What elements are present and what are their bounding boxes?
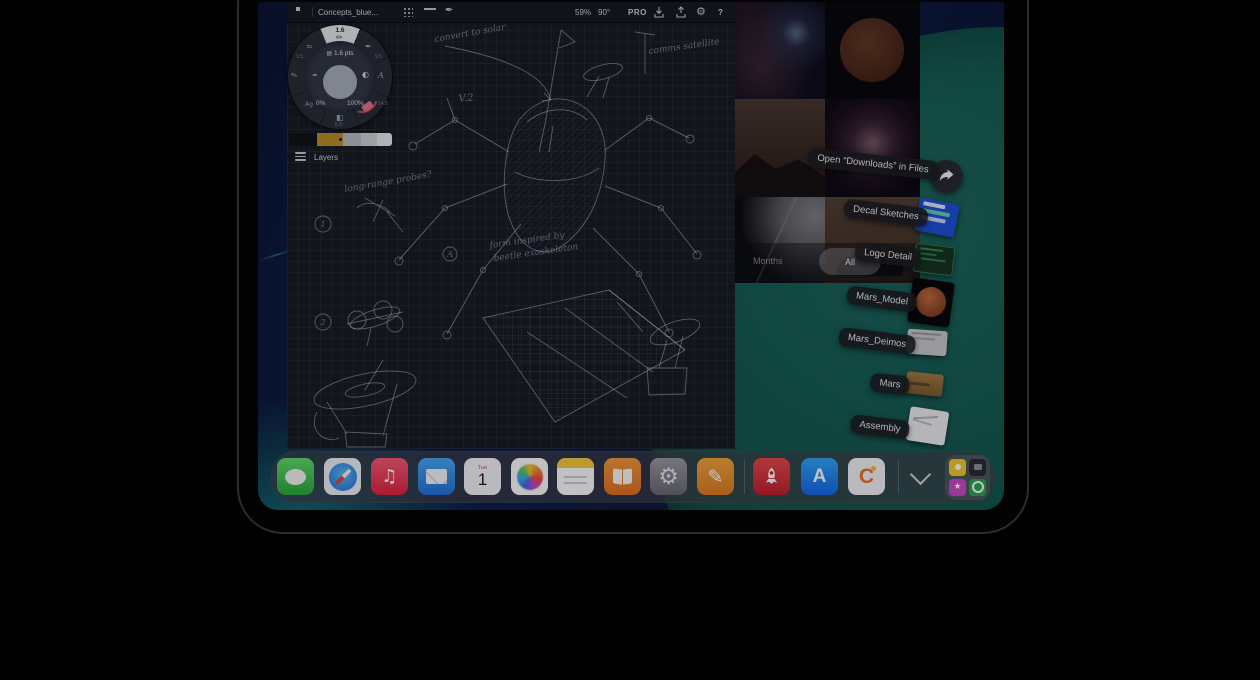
fill-tool-icon: ◧ [336, 113, 344, 122]
contrast-icon: ◐ [362, 70, 369, 79]
zoom-readout: 59% [575, 8, 591, 17]
photo-tile-mars-landscape[interactable] [735, 99, 825, 197]
opacity-min: 0% [316, 100, 325, 107]
photo-tile-mars-planet[interactable] [825, 2, 920, 99]
dock-app-creative[interactable]: C [848, 458, 885, 495]
ring-value: 14.5 [378, 101, 388, 107]
tool-wheel-knob[interactable] [323, 65, 357, 99]
compass-icon [329, 463, 357, 491]
size-readout: ▤ 1.6 pts [304, 50, 376, 57]
ring-value: 1.5 [296, 54, 303, 60]
dock-suggestions-folder[interactable]: ★ [945, 455, 990, 500]
envelope-icon [426, 469, 447, 484]
speech-bubble-icon [285, 469, 306, 485]
import-icon[interactable] [653, 6, 665, 19]
photos-flower-icon [517, 464, 543, 490]
annotation-probes: long-range probes? [344, 170, 433, 195]
dock-app-mail[interactable] [418, 458, 455, 495]
dock-app-safari[interactable] [324, 458, 361, 495]
photos-app-panel: Months All [735, 2, 920, 283]
annotation-version: V.2 [458, 92, 474, 105]
open-book-icon [604, 458, 641, 495]
document-title[interactable]: Concepts_blue... [318, 8, 378, 17]
layers-label: Layers [314, 153, 338, 162]
slider-icon: ▤ [327, 50, 333, 57]
segment-all-selected[interactable]: All [819, 248, 881, 275]
snap-grid-icon[interactable] [403, 7, 413, 17]
creative-dot [871, 466, 876, 471]
photo-tile-orion-nebula[interactable] [825, 99, 920, 197]
swatch-gray-1[interactable] [343, 133, 361, 146]
swatch-white[interactable] [377, 133, 392, 146]
appstore-a-icon: A [813, 466, 827, 488]
pro-badge[interactable]: PRO [628, 8, 647, 17]
text-tool-icon: A [378, 71, 384, 80]
segment-months[interactable]: Months [753, 256, 783, 266]
concepts-app-window: 1 2 A convert to solar comms satellite V… [287, 2, 735, 449]
tool-wheel-hub[interactable]: ▤ 1.6 pts ≈ ◐ 0% 100% [304, 41, 376, 113]
dock-divider [898, 460, 899, 494]
dock-app-rocket[interactable] [753, 458, 790, 495]
swatch-black[interactable] [289, 133, 317, 146]
pen-icon: ✎ [708, 466, 724, 488]
pen-nib-icon[interactable]: ✒ [445, 5, 453, 16]
smoothing-icon: ≈ [312, 71, 317, 79]
annotation-convert: convert to solar [434, 22, 507, 44]
rocket-icon [761, 466, 782, 487]
swatch-gray-2[interactable] [361, 133, 377, 146]
music-note-icon: ♫ [381, 466, 397, 487]
chevron-down-icon[interactable] [910, 464, 931, 485]
layers-button[interactable]: Layers [295, 152, 338, 163]
dock-divider [744, 460, 745, 494]
ring-value: 9.5 [375, 54, 382, 60]
annotation-comms: comms satellite [648, 37, 720, 57]
dock-app-sketching[interactable]: ✎ [697, 458, 734, 495]
mini-app-tips [949, 459, 966, 476]
silver-tool-icon: Ag [305, 101, 313, 108]
rotation-readout: 90° [598, 8, 610, 17]
dock-app-calendar[interactable]: Tue 1 [464, 458, 501, 495]
tool-wheel[interactable]: 1.6 ✏ ≈ ✒ ✎ A Ag ◧ 1.5 9.5 14.5 6.9 ▤ 1.… [288, 25, 392, 129]
ipad-screen: 1 2 A convert to solar comms satellite V… [258, 2, 1004, 510]
gear-icon: ⚙ [658, 464, 679, 490]
opacity-max: 100% [347, 100, 364, 107]
export-icon[interactable] [675, 6, 687, 19]
settings-gear-icon[interactable]: ⚙ [696, 5, 706, 18]
sketch-letter-a: A [446, 250, 453, 259]
photo-tile-nebula[interactable] [735, 2, 825, 99]
concepts-toolbar: Concepts_blue... ✒ 59% 90° PRO ⚙ ? [287, 2, 735, 23]
dock-app-messages[interactable] [277, 458, 314, 495]
scene: 1 2 A convert to solar comms satellite V… [0, 0, 1260, 680]
mini-app-star: ★ [949, 479, 966, 496]
swatch-selection-dot [339, 138, 342, 141]
ipad-device-frame: 1 2 A convert to solar comms satellite V… [237, 0, 1029, 534]
notes-header [557, 458, 594, 468]
dock-app-music[interactable]: ♫ [371, 458, 408, 495]
notes-lines [564, 476, 587, 478]
calendar-day: 1 [478, 471, 487, 489]
dock-app-photos[interactable] [511, 458, 548, 495]
toolbar-divider [312, 7, 313, 17]
sketch-number-1: 1 [320, 220, 325, 229]
ring-value: 6.9 [335, 122, 342, 128]
mini-app-camera [969, 459, 986, 476]
dock-app-settings[interactable]: ⚙ [650, 458, 687, 495]
layers-menu-icon [295, 152, 306, 163]
dock-app-notes[interactable] [557, 458, 594, 495]
dock-app-appstore[interactable]: A [801, 458, 838, 495]
photos-segmented-control: Months All [735, 243, 920, 283]
mini-app-podcast [969, 479, 986, 496]
help-icon[interactable]: ? [718, 8, 723, 17]
dock: ♫ Tue 1 [271, 451, 995, 503]
dock-app-books[interactable] [604, 458, 641, 495]
sketch-number-2: 2 [319, 318, 325, 327]
